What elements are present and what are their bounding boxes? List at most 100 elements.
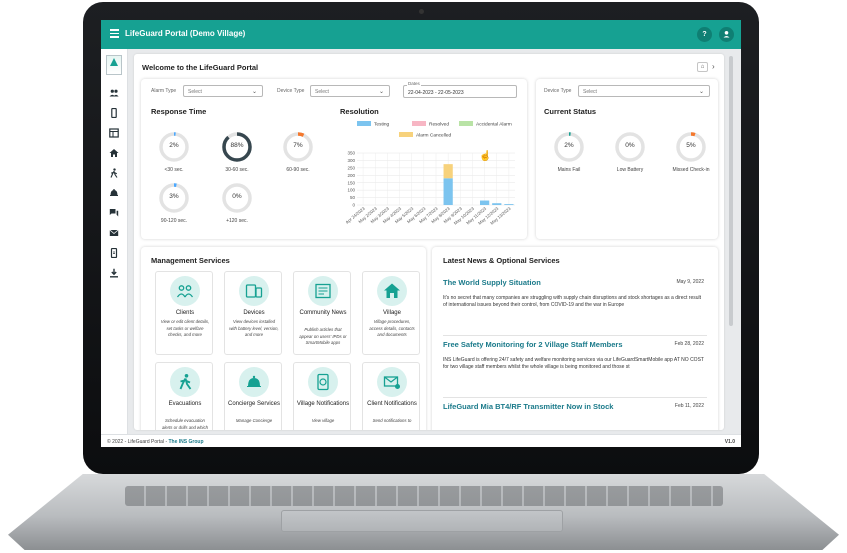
management-services-card: Management Services Clients View or edit …: [141, 247, 426, 430]
news-item-title[interactable]: The World Supply Situation: [443, 278, 541, 287]
legend-entry[interactable]: Resolved: [412, 121, 449, 128]
bell-icon[interactable]: [109, 188, 119, 198]
gauge: 5%: [675, 131, 707, 163]
dashboard-panel: Welcome to the LifeGuard Portal ⌂ › Alar…: [134, 54, 724, 430]
service-card[interactable]: Village Village procedures, access detail…: [362, 271, 420, 355]
resolution-chart: Testing Resolved Accidental Alarm Alarm Can…: [345, 121, 515, 226]
user-icon: [723, 31, 730, 38]
y-tick-label: 100: [347, 188, 355, 193]
chevron-down-icon: ⌄: [698, 89, 704, 95]
footer: © 2022 - LifeGuard Portal - The INS Grou…: [101, 434, 741, 447]
service-description: View devices installed with battery leve…: [229, 319, 279, 337]
users-icon[interactable]: [109, 88, 119, 98]
service-name: Community News: [299, 310, 347, 316]
chat-icon[interactable]: [109, 208, 119, 218]
devices-icon: [239, 276, 269, 306]
service-description: Schedule evacuation alerts or drills and…: [161, 418, 209, 430]
service-name: Concierge Services: [227, 401, 281, 407]
legend-label: Accidental Alarm: [476, 122, 512, 128]
page-title: Welcome to the LifeGuard Portal: [142, 63, 259, 72]
chevron-down-icon: ⌄: [251, 89, 257, 95]
bar[interactable]: [443, 178, 453, 205]
y-tick-label: 50: [350, 195, 356, 200]
next-arrow-icon[interactable]: ›: [712, 62, 715, 72]
keyboard: [125, 486, 723, 506]
service-card[interactable]: Client Notifications Send notifications t…: [362, 362, 420, 430]
dates-value: 22-04-2023 - 22-05-2023: [408, 90, 464, 96]
news-item[interactable]: LifeGuard Mia BT4/RF Transmitter Now in …: [443, 402, 707, 430]
legend-swatch: [357, 121, 371, 126]
news-title: Latest News & Optional Services: [443, 256, 560, 265]
service-name: Village Notifications: [296, 401, 350, 407]
news-item-title[interactable]: LifeGuard Mia BT4/RF Transmitter Now in …: [443, 402, 613, 411]
news-item[interactable]: Free Safety Monitoring for 2 Village Sta…: [443, 340, 707, 398]
service-card[interactable]: Village Notifications View village: [293, 362, 351, 430]
user-button[interactable]: [719, 27, 734, 42]
legend-entry[interactable]: Accidental Alarm: [459, 121, 512, 128]
current-status-title: Current Status: [544, 107, 597, 116]
status-device-type-select[interactable]: Select ⌄: [578, 85, 710, 97]
footer-copyright: © 2022 - LifeGuard Portal - The INS Grou…: [107, 439, 204, 445]
gauge-value: 5%: [686, 142, 696, 149]
gauge: 2%: [553, 131, 585, 163]
news-item-date: Feb 11, 2022: [674, 403, 704, 409]
device-type-select[interactable]: Select ⌄: [310, 85, 390, 97]
news-icon: [308, 276, 338, 306]
y-tick-label: 250: [347, 165, 355, 170]
laptop-frame: LifeGuard Portal (Demo Village) ? Welcom…: [0, 0, 847, 553]
resolution-title: Resolution: [340, 107, 379, 116]
dashboard-icon[interactable]: [109, 128, 119, 138]
service-card[interactable]: Concierge Services Manage Concierge: [224, 362, 282, 430]
news-item-title[interactable]: Free Safety Monitoring for 2 Village Sta…: [443, 340, 622, 349]
alarm-type-value: Select: [188, 89, 202, 95]
news-item[interactable]: The World Supply Situation May 9, 2022 It'…: [443, 278, 707, 336]
legend-swatch: [412, 121, 426, 126]
gauge: 7%: [282, 131, 314, 163]
y-tick-label: 0: [352, 203, 355, 208]
dates-field[interactable]: 22-04-2023 - 22-05-2023: [403, 85, 517, 98]
walk-icon[interactable]: [109, 168, 119, 178]
hamburger-menu-icon[interactable]: [110, 29, 119, 38]
phone-icon[interactable]: [109, 248, 119, 258]
download-icon[interactable]: [109, 268, 119, 278]
mouse-pointer-icon: ☝: [479, 151, 492, 162]
bar[interactable]: [443, 164, 453, 179]
y-tick-label: 150: [347, 180, 355, 185]
legend-label: Resolved: [429, 122, 449, 128]
gauge-value: 0%: [232, 193, 242, 200]
help-button[interactable]: ?: [697, 27, 712, 42]
legend-entry[interactable]: Alarm Cancelled: [399, 132, 452, 139]
y-tick-label: 300: [347, 158, 355, 163]
bar[interactable]: [479, 200, 490, 205]
service-card[interactable]: Clients View or edit client details, set …: [155, 271, 213, 355]
version-label: V1.0: [724, 439, 735, 445]
home-button[interactable]: ⌂: [697, 62, 708, 72]
gauge: 2%: [158, 131, 190, 163]
gauge-label: Missed Check-in: [672, 167, 710, 173]
bar[interactable]: [492, 203, 502, 205]
footer-brand-link[interactable]: The INS Group: [169, 439, 204, 445]
gauge: 0%: [221, 182, 253, 214]
service-description: Manage Concierge: [235, 418, 273, 423]
legend-swatch: [459, 121, 473, 126]
alarm-type-select[interactable]: Select ⌄: [183, 85, 263, 97]
gauge-value: 7%: [293, 142, 303, 149]
legend-entry[interactable]: Testing: [357, 121, 390, 128]
gauge-label: 30-60 sec.: [225, 167, 249, 173]
service-card[interactable]: Community News Publish articles that appe…: [293, 271, 351, 355]
home-icon[interactable]: [109, 148, 119, 158]
service-card[interactable]: Devices View devices installed with batte…: [224, 271, 282, 355]
top-app-bar: LifeGuard Portal (Demo Village) ?: [101, 20, 741, 49]
app-title: LifeGuard Portal (Demo Village): [125, 29, 246, 38]
gauge-label: 60-90 sec.: [286, 167, 310, 173]
evacuation-icon: [170, 367, 200, 397]
service-card[interactable]: Evacuations Schedule evacuation alerts or…: [155, 362, 213, 430]
mail-icon[interactable]: [109, 228, 119, 238]
y-tick-label: 350: [347, 151, 355, 156]
users-icon: [170, 276, 200, 306]
bar[interactable]: [504, 204, 514, 205]
device-icon[interactable]: [109, 108, 119, 118]
service-name: Client Notifications: [367, 401, 417, 407]
status-device-type-label: Device Type: [544, 88, 572, 94]
page-scrollbar[interactable]: [729, 56, 733, 326]
